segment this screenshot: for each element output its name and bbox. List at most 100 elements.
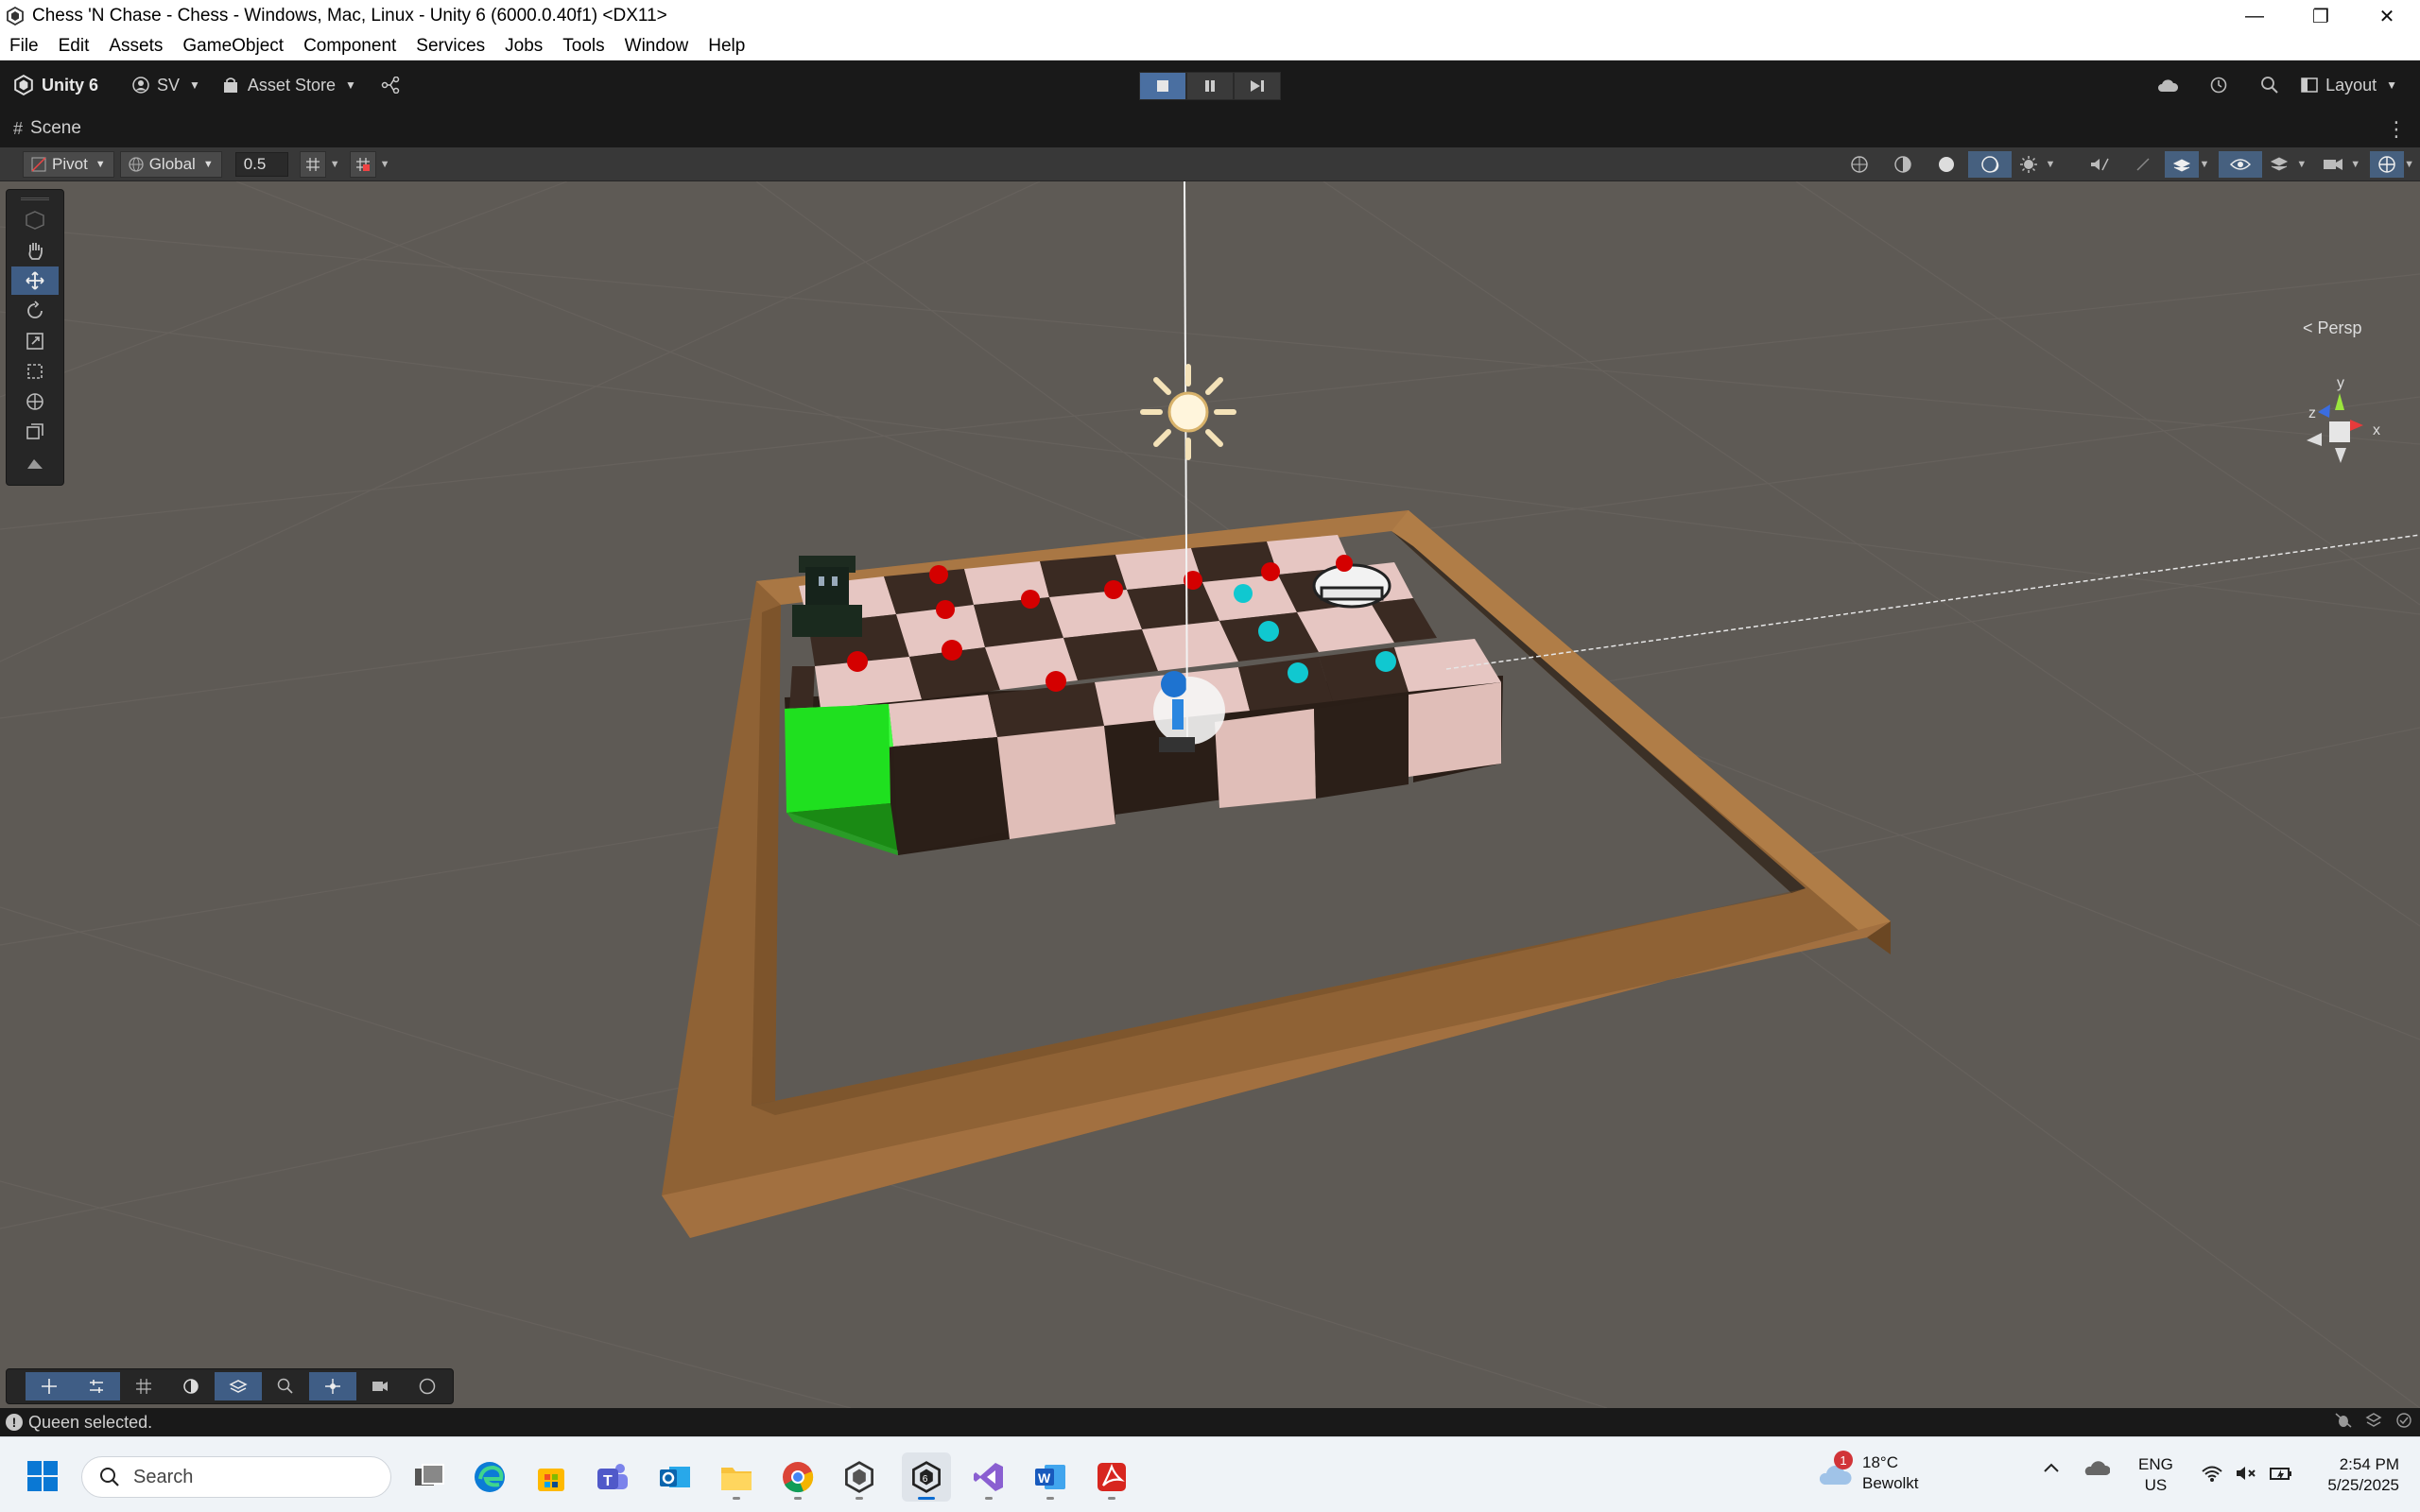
gizmos-button[interactable] [2370,151,2405,178]
task-view-button[interactable] [405,1452,454,1502]
more-options-icon[interactable]: ⋮ [2386,117,2407,142]
version-control-button[interactable] [381,77,400,94]
menu-assets[interactable]: Assets [109,36,163,57]
clock-date: 5/25/2025 [2327,1476,2399,1494]
close-button[interactable]: ✕ [2354,0,2420,32]
minimize-button[interactable]: — [2221,0,2288,32]
overlay-camera-button[interactable] [356,1372,404,1400]
wifi-icon[interactable] [2201,1464,2223,1487]
increment-snap-toggle[interactable] [349,150,376,178]
cache-server-icon[interactable] [2365,1412,2382,1434]
shaded-button[interactable] [1925,151,1968,178]
step-button[interactable] [1234,72,1281,100]
gizmos-layers-button[interactable] [2165,151,2200,178]
camera-settings-button[interactable] [2316,151,2350,178]
asset-store-dropdown[interactable]: Asset Store ▼ [223,76,356,95]
custom-tool-button[interactable] [11,418,59,446]
menu-services[interactable]: Services [416,36,485,57]
menu-tools[interactable]: Tools [562,36,604,57]
acrobat-button[interactable] [1087,1452,1136,1502]
lit-mode-button[interactable] [1967,151,2012,178]
layout-dropdown[interactable]: Layout ▼ [2301,76,2397,95]
view-tool-button[interactable] [11,206,59,234]
tab-scene[interactable]: Scene [30,118,81,139]
menu-component[interactable]: Component [303,36,396,57]
grid-snap-input[interactable]: 0.5 [234,151,288,177]
hand-tool-button[interactable] [11,236,59,265]
outlook-button[interactable] [650,1452,700,1502]
overlay-pivot-button[interactable] [309,1372,356,1400]
chevron-up-icon[interactable] [2042,1461,2061,1479]
overlay-move-button[interactable] [26,1372,73,1400]
taskbar-search-input[interactable]: Search [81,1456,391,1498]
overlay-layers-button[interactable] [215,1372,262,1400]
cloud-button[interactable] [2142,77,2193,93]
status-message[interactable]: Queen selected. [28,1413,152,1433]
visual-studio-button[interactable] [964,1452,1013,1502]
orientation-gizmo[interactable]: y z x [2288,370,2382,484]
chevron-down-icon[interactable]: ▼ [2199,159,2209,170]
menu-help[interactable]: Help [708,36,745,57]
overlay-grid-button[interactable] [120,1372,167,1400]
overlay-lighting-button[interactable] [167,1372,215,1400]
unity-hub-button[interactable] [835,1452,884,1502]
menu-edit[interactable]: Edit [59,36,90,57]
onedrive-icon[interactable] [2082,1458,2111,1482]
weather-widget[interactable]: 1 18°C Bewolkt [1815,1451,1919,1494]
terrain-tool-button[interactable] [11,448,59,476]
overlay-search-button[interactable] [262,1372,309,1400]
menu-jobs[interactable]: Jobs [505,36,543,57]
layers-visibility-button[interactable] [2262,151,2296,178]
chevron-down-icon[interactable]: ▼ [2350,159,2360,170]
grid-snap-toggle[interactable] [299,150,326,178]
language-indicator[interactable]: ENG US [2138,1454,2173,1496]
bug-icon[interactable] [2335,1412,2352,1434]
pause-button[interactable] [1186,72,1234,100]
battery-icon[interactable] [2269,1464,2293,1487]
chevron-down-icon[interactable]: ▼ [2296,159,2307,170]
volume-muted-icon[interactable] [2235,1464,2257,1487]
shaded-wireframe-button[interactable] [1881,151,1925,178]
chrome-button[interactable] [773,1452,822,1502]
menu-gameobject[interactable]: GameObject [182,36,284,57]
teams-button[interactable]: T [588,1452,637,1502]
clock[interactable]: 2:54 PM 5/25/2025 [2314,1454,2399,1496]
rotate-tool-button[interactable] [11,297,59,325]
cloud-icon [2158,79,2179,92]
scene-viewport[interactable]: y z x < Persp [0,181,2420,1408]
menu-file[interactable]: File [9,36,39,57]
projection-label[interactable]: < Persp [2303,318,2362,338]
global-dropdown[interactable]: Global ▼ [119,150,222,178]
draw-mode-button[interactable] [1838,151,1881,178]
move-tool-button[interactable] [11,266,59,295]
drag-handle[interactable] [21,198,49,200]
file-explorer-button[interactable] [712,1452,761,1502]
chevron-down-icon[interactable]: ▼ [380,159,390,170]
restore-button[interactable]: ❐ [2288,0,2354,32]
chevron-down-icon[interactable]: ▼ [330,159,340,170]
visibility-toggle[interactable] [2219,151,2263,178]
menu-window[interactable]: Window [625,36,689,57]
effects-button[interactable] [2012,151,2046,178]
pivot-dropdown[interactable]: Pivot ▼ [23,150,114,178]
check-circle-icon[interactable] [2395,1412,2412,1434]
store-button[interactable] [527,1452,576,1502]
overlay-compass-button[interactable] [404,1372,451,1400]
unity-editor-button[interactable]: 6 [902,1452,951,1502]
scale-tool-button[interactable] [11,327,59,355]
play-stop-button[interactable] [1139,72,1186,100]
transform-tool-button[interactable] [11,387,59,416]
chevron-down-icon[interactable]: ▼ [2404,159,2414,170]
rect-tool-button[interactable] [11,357,59,386]
windows-start-icon[interactable] [26,1460,59,1492]
chevron-down-icon[interactable]: ▼ [2046,159,2056,170]
edge-button[interactable] [465,1452,514,1502]
2d-toggle[interactable] [2121,151,2165,178]
unity-account-button[interactable]: Unity 6 [13,75,98,95]
audio-toggle[interactable] [2078,151,2121,178]
account-dropdown[interactable]: SV ▼ [132,76,200,95]
overlay-align-button[interactable] [73,1372,120,1400]
history-button[interactable] [2193,76,2244,94]
search-button[interactable] [2244,76,2295,94]
word-button[interactable]: W [1026,1452,1075,1502]
